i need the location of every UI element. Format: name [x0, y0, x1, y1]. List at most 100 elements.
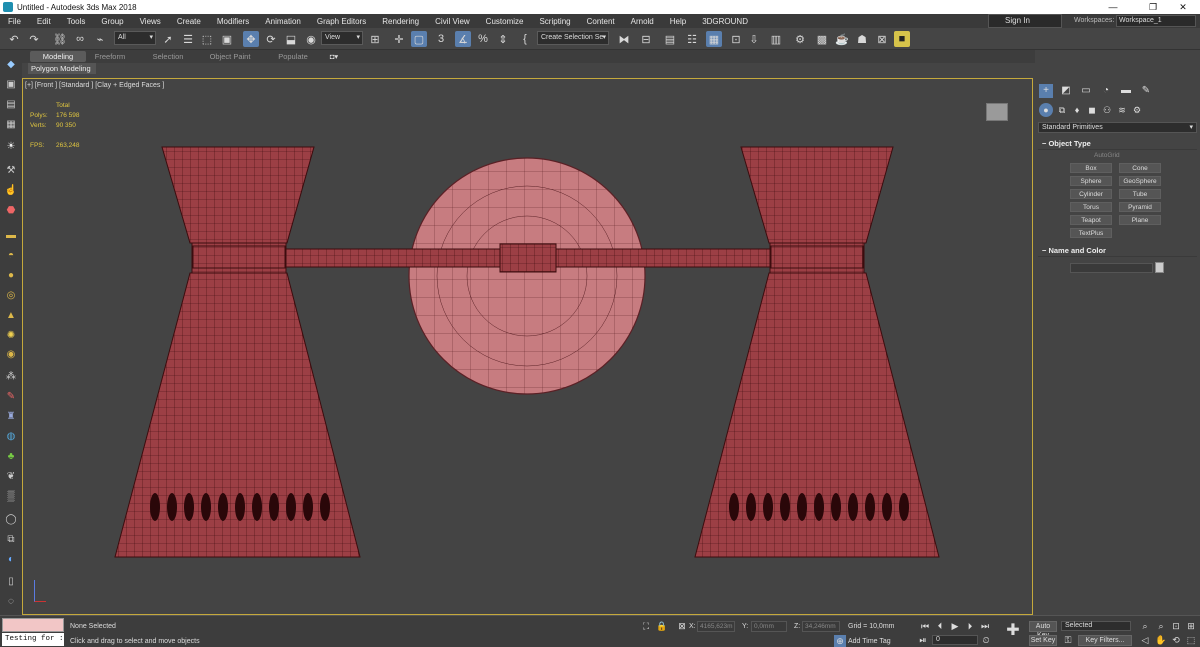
zoom-icon[interactable]: ⌕ — [1139, 620, 1151, 632]
rect-selection-icon[interactable]: ⬚ — [199, 31, 215, 47]
named-selection-dropdown[interactable]: Create Selection Se — [537, 31, 609, 45]
pivot-center-icon[interactable]: ⊞ — [367, 31, 383, 47]
select-scale-icon[interactable]: ⬓ — [283, 31, 299, 47]
ribbon-toggle-icon[interactable]: ▦ — [706, 31, 722, 47]
auto-key-button[interactable]: Auto Key — [1029, 621, 1057, 639]
object-icon[interactable]: ⬣ — [3, 203, 19, 217]
menu-modifiers[interactable]: Modifiers — [209, 17, 257, 26]
sign-in-button[interactable]: Sign In — [988, 14, 1062, 28]
time-config-icon[interactable]: ⏲ — [980, 634, 992, 646]
viewcube[interactable] — [986, 103, 1008, 121]
key-mode-dropdown[interactable]: Selected — [1061, 621, 1131, 631]
menu-file[interactable]: File — [0, 17, 29, 26]
tab-modeling[interactable]: Modeling — [30, 51, 86, 62]
lights-icon[interactable]: ♦ — [1070, 103, 1084, 117]
rendered-frame-icon[interactable]: ▩ — [814, 31, 830, 47]
select-rotate-icon[interactable]: ⟳ — [263, 31, 279, 47]
time-tag-icon[interactable]: ⊕ — [834, 635, 846, 647]
pyramid-button[interactable]: Pyramid — [1119, 202, 1161, 212]
spacewarps-icon[interactable]: ≋ — [1115, 103, 1129, 117]
cloth-icon[interactable]: ♜ — [3, 409, 19, 423]
bind-spacewarp-icon[interactable]: ⌁ — [92, 31, 108, 47]
hemisphere-icon[interactable]: ◓ — [3, 248, 19, 262]
add-time-tag[interactable]: Add Time Tag — [848, 638, 891, 645]
menu-graph-editors[interactable]: Graph Editors — [309, 17, 374, 26]
tab-selection[interactable]: Selection — [146, 51, 190, 62]
select-by-name-icon[interactable]: ☰ — [180, 31, 196, 47]
teapot-button[interactable]: Teapot — [1070, 215, 1112, 225]
goto-end-icon[interactable]: ⏭ — [979, 620, 991, 632]
material-icon[interactable]: ◯ — [3, 512, 19, 526]
tab-populate[interactable]: Populate — [272, 51, 314, 62]
z-coordinate-field[interactable]: 34,246mm — [802, 621, 840, 632]
textplus-button[interactable]: TextPlus — [1070, 228, 1112, 238]
lamp-model[interactable] — [110, 135, 950, 565]
viewport-layout-icon[interactable]: ◆ — [3, 57, 19, 71]
mirror-icon[interactable]: ⧓ — [616, 31, 632, 47]
current-frame-field[interactable]: 0 — [932, 635, 978, 645]
zoom-all-icon[interactable]: ⌕ — [1155, 620, 1167, 632]
angle-snap-icon[interactable]: ∡ — [455, 31, 471, 47]
object-color-swatch[interactable] — [1155, 262, 1164, 273]
menu-3dground[interactable]: 3DGROUND — [694, 17, 756, 26]
hair-icon[interactable]: ⁂ — [3, 369, 19, 383]
workspace-select[interactable]: Workspace_1 — [1116, 15, 1196, 27]
manipulate-icon[interactable]: ✛ — [391, 31, 407, 47]
reference-coordinate-dropdown[interactable]: View — [321, 31, 363, 45]
plane-icon[interactable]: ▬ — [3, 228, 19, 242]
globe-icon[interactable]: ◍ — [3, 429, 19, 443]
menu-views[interactable]: Views — [132, 17, 169, 26]
systems-icon[interactable]: ⚙ — [1130, 103, 1144, 117]
y-coordinate-field[interactable]: 0,0mm — [751, 621, 787, 632]
window-crossing-icon[interactable]: ▣ — [219, 31, 235, 47]
torus-icon[interactable]: ◎ — [3, 288, 19, 302]
sun-icon[interactable]: ✺ — [3, 328, 19, 342]
primitive-type-dropdown[interactable]: Standard Primitives — [1038, 122, 1197, 133]
keyboard-shortcut-icon[interactable]: ▢ — [411, 31, 427, 47]
geosphere-button[interactable]: GeoSphere — [1119, 176, 1161, 186]
modify-tab-icon[interactable]: ◩ — [1059, 84, 1073, 98]
menu-rendering[interactable]: Rendering — [374, 17, 427, 26]
goto-start-icon[interactable]: ⏮ — [919, 620, 931, 632]
menu-edit[interactable]: Edit — [29, 17, 59, 26]
zoom-extents-icon[interactable]: ⊡ — [1170, 620, 1182, 632]
shapes-icon[interactable]: ⧉ — [1055, 103, 1069, 117]
key-mode-icon[interactable]: ⏯ — [917, 634, 929, 646]
grid-icon[interactable]: ▦ — [3, 117, 19, 131]
box-button[interactable]: Box — [1070, 163, 1112, 173]
cameras-icon[interactable]: ◼ — [1085, 103, 1099, 117]
object-type-rollout[interactable]: − Object Type — [1038, 138, 1197, 150]
menu-group[interactable]: Group — [93, 17, 131, 26]
render-cloud-icon[interactable]: ⊠ — [874, 31, 890, 47]
geometry-icon[interactable]: ● — [1039, 103, 1053, 117]
hand-icon[interactable]: ☝ — [3, 183, 19, 197]
utilities-tab-icon[interactable]: ✎ — [1139, 84, 1153, 98]
next-frame-icon[interactable]: ⏵ — [964, 620, 976, 632]
spinner-snap-icon[interactable]: ⇕ — [495, 31, 511, 47]
sphere-icon[interactable]: ● — [3, 268, 19, 282]
hierarchy-tab-icon[interactable]: ▭ — [1079, 84, 1093, 98]
set-key-big-icon[interactable]: ✚ — [1003, 623, 1023, 645]
snaps-toggle-icon[interactable]: 3 — [433, 31, 449, 47]
ribbon-panel-polygon-modeling[interactable]: Polygon Modeling — [28, 63, 96, 74]
lock-icon[interactable]: 🔒 — [656, 620, 668, 632]
paint-icon[interactable]: ✎ — [3, 389, 19, 403]
set-key-button[interactable]: Set Key — [1029, 635, 1057, 646]
create-tab-icon[interactable]: + — [1039, 84, 1053, 98]
close-button[interactable]: ✕ — [1166, 0, 1200, 14]
orbit-icon[interactable]: ⟲ — [1170, 634, 1182, 646]
menu-create[interactable]: Create — [169, 17, 209, 26]
key-filters-button[interactable]: Key Filters... — [1078, 635, 1132, 646]
material-editor-icon[interactable]: ▥ — [768, 31, 784, 47]
key-icon[interactable]: ⚿ — [1062, 634, 1074, 646]
link-icon[interactable]: ⛓ — [52, 31, 68, 47]
pan-icon[interactable]: ✋ — [1155, 634, 1167, 646]
copy-icon[interactable]: ⧉ — [3, 532, 19, 546]
percent-snap-icon[interactable]: % — [475, 31, 491, 47]
display-tab-icon[interactable]: ▬ — [1119, 84, 1133, 98]
ribbon-options-icon[interactable]: ◘▾ — [326, 51, 342, 62]
abs-mode-icon[interactable]: ⊠ — [676, 620, 688, 632]
menu-scripting[interactable]: Scripting — [531, 17, 578, 26]
undo-icon[interactable]: ↶ — [6, 31, 22, 47]
cylinder-button[interactable]: Cylinder — [1070, 189, 1112, 199]
